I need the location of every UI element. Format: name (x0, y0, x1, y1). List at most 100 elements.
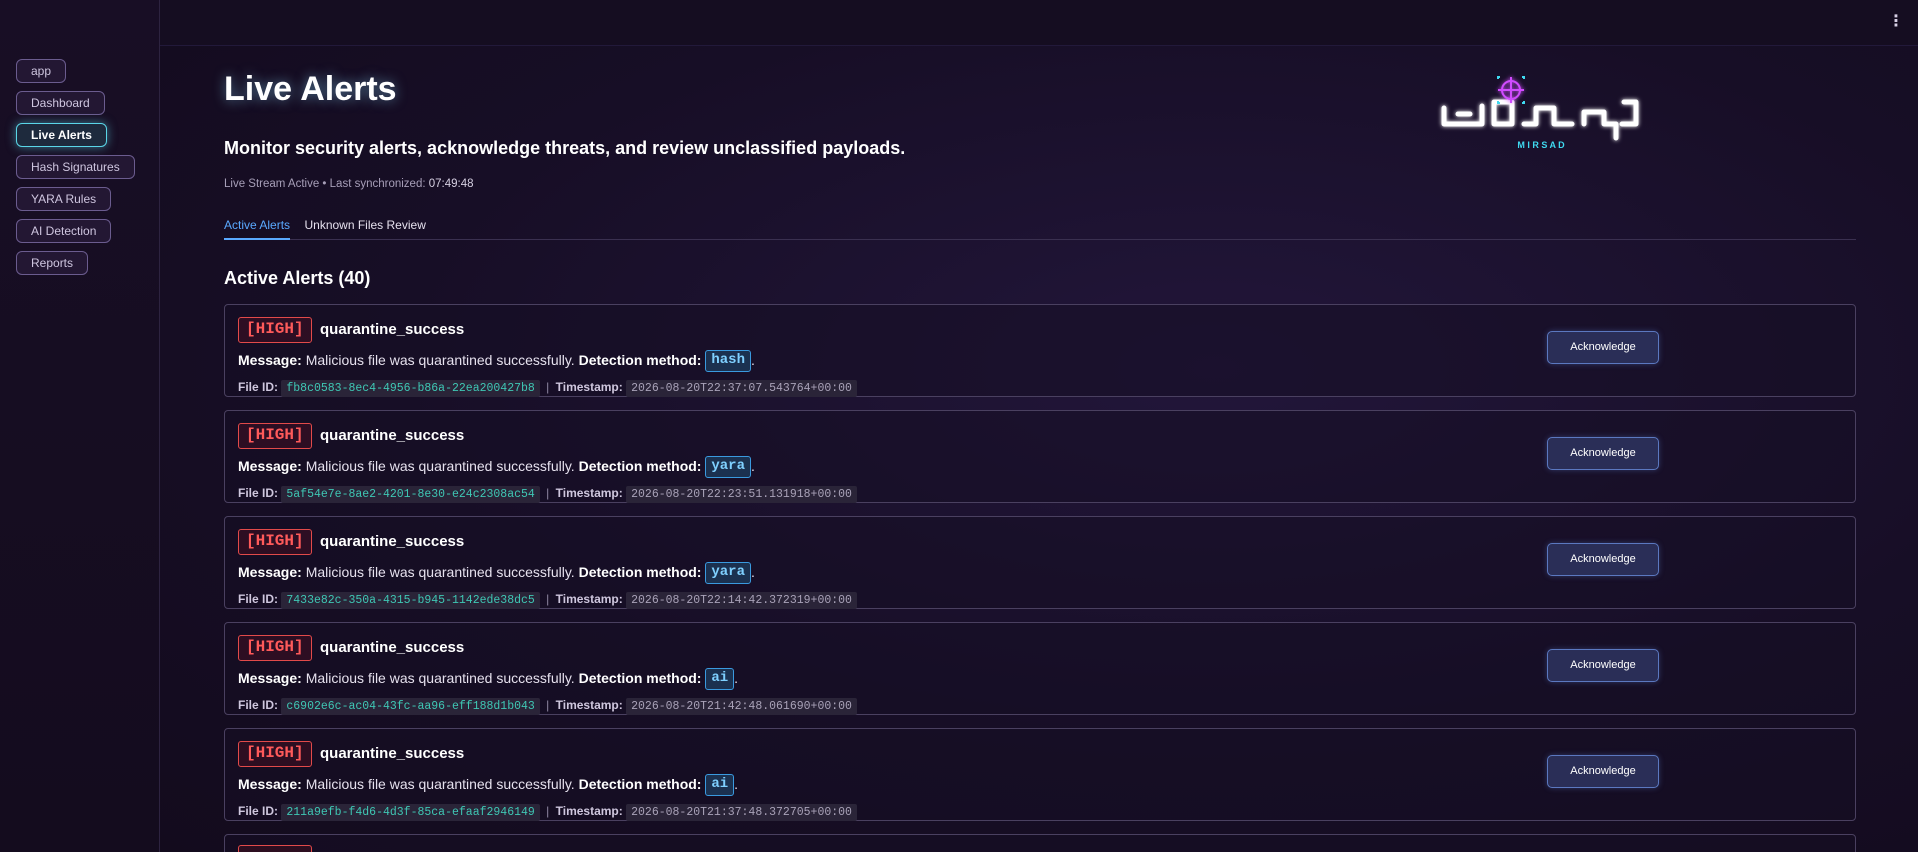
sidebar-nav: app Dashboard Live Alerts Hash Signature… (0, 0, 159, 283)
alert-message: Malicious file was quarantined successfu… (305, 564, 575, 580)
sidebar-item-ai-detection[interactable]: AI Detection (16, 219, 112, 243)
alert-message-line: Message: Malicious file was quarantined … (238, 455, 755, 479)
alert-card: [HIGH] quarantine_success Message: Malic… (224, 410, 1856, 503)
detection-method-badge: ai (705, 668, 735, 691)
detection-method-badge: yara (705, 562, 751, 585)
acknowledge-button[interactable]: Acknowledge (1547, 331, 1659, 364)
alert-message: Malicious file was quarantined successfu… (305, 352, 575, 368)
acknowledge-button[interactable]: Acknowledge (1547, 649, 1659, 682)
file-id-label: File ID: (238, 486, 279, 500)
sidebar-item-dashboard[interactable]: Dashboard (16, 91, 105, 115)
page-title: Live Alerts (224, 70, 397, 108)
timestamp-value: 2026-08-20T21:42:48.061690+00:00 (626, 698, 857, 715)
timestamp-label: Timestamp: (555, 698, 623, 712)
detection-method-label: Detection method: (578, 458, 702, 474)
sidebar: app Dashboard Live Alerts Hash Signature… (0, 0, 160, 852)
timestamp-value: 2026-08-20T21:37:48.372705+00:00 (626, 804, 857, 821)
alert-meta-line: File ID: fb8c0583-8ec4-4956-b86a-22ea200… (238, 378, 857, 397)
alert-card: [HIGH] quarantine_success Message: Malic… (224, 622, 1856, 715)
alert-card-partial (224, 834, 1856, 852)
alert-card: [HIGH] quarantine_success Message: Malic… (224, 516, 1856, 609)
sidebar-item-app[interactable]: app (16, 59, 67, 83)
logo-caption: M I R S A D (1517, 140, 1565, 150)
alert-event-type: quarantine_success (320, 639, 465, 656)
file-id-value: 5af54e7e-8ae2-4201-8e30-e24c2308ac54 (281, 486, 540, 503)
file-id-value: 7433e82c-350a-4315-b945-1142ede38dc5 (281, 592, 540, 609)
timestamp-label: Timestamp: (555, 592, 623, 606)
kebab-menu-icon[interactable]: ⋮ (1888, 12, 1904, 32)
file-id-label: File ID: (238, 804, 279, 818)
detection-method-label: Detection method: (578, 670, 702, 686)
file-id-value: c6902e6c-ac04-43fc-aa96-eff188d1b043 (281, 698, 540, 715)
detection-method-label: Detection method: (578, 564, 702, 580)
alert-meta-line: File ID: c6902e6c-ac04-43fc-aa96-eff188d… (238, 696, 857, 715)
acknowledge-button[interactable]: Acknowledge (1547, 755, 1659, 788)
timestamp-value: 2026-08-20T22:37:07.543764+00:00 (626, 380, 857, 397)
alert-message-line: Message: Malicious file was quarantined … (238, 667, 738, 691)
alert-message: Malicious file was quarantined successfu… (305, 458, 575, 474)
main-content: Live Alerts Monitor security alerts, ack… (160, 46, 1918, 852)
top-bar: ⋮ (160, 0, 1918, 46)
detection-method-badge: ai (705, 774, 735, 797)
sync-status-label: Live Stream Active • Last synchronized: (224, 178, 429, 190)
section-title: Active Alerts (40) (224, 268, 371, 288)
severity-badge: [HIGH] (238, 317, 312, 343)
sidebar-item-reports[interactable]: Reports (16, 251, 89, 275)
severity-badge: [HIGH] (238, 423, 312, 449)
severity-badge: [HIGH] (238, 529, 312, 555)
alert-event-type: quarantine_success (320, 745, 465, 762)
alert-message: Malicious file was quarantined successfu… (305, 670, 575, 686)
acknowledge-button[interactable]: Acknowledge (1547, 437, 1659, 470)
severity-badge: [HIGH] (238, 635, 312, 661)
message-label: Message: (238, 458, 302, 474)
tab-unknown-files-review[interactable]: Unknown Files Review (304, 214, 425, 240)
file-id-value: 211a9efb-f4d6-4d3f-85ca-efaaf2946149 (281, 804, 540, 821)
file-id-label: File ID: (238, 698, 279, 712)
alert-message-line: Message: Malicious file was quarantined … (238, 349, 755, 373)
sync-time: 07:49:48 (428, 178, 474, 190)
alert-event-type: quarantine_success (320, 427, 465, 444)
page-subtitle: Monitor security alerts, acknowledge thr… (224, 138, 906, 158)
alert-message-line: Message: Malicious file was quarantined … (238, 561, 755, 585)
alert-meta-line: File ID: 7433e82c-350a-4315-b945-1142ede… (238, 590, 857, 609)
alert-card: [HIGH] quarantine_success Message: Malic… (224, 304, 1856, 397)
timestamp-value: 2026-08-20T22:23:51.131918+00:00 (626, 486, 857, 503)
meta-separator: | (546, 804, 550, 818)
sidebar-item-live-alerts[interactable]: Live Alerts (16, 123, 107, 147)
detection-method-label: Detection method: (578, 776, 702, 792)
alert-event-type: quarantine_success (320, 321, 465, 338)
alert-list: [HIGH] quarantine_success Message: Malic… (224, 304, 1856, 852)
message-label: Message: (238, 776, 302, 792)
alert-message-line: Message: Malicious file was quarantined … (238, 773, 738, 797)
meta-separator: | (546, 486, 550, 500)
meta-separator: | (546, 592, 550, 606)
message-label: Message: (238, 564, 302, 580)
timestamp-label: Timestamp: (555, 804, 623, 818)
alert-message: Malicious file was quarantined successfu… (305, 776, 575, 792)
tab-bar: Active Alerts Unknown Files Review (224, 214, 1856, 240)
acknowledge-button[interactable]: Acknowledge (1547, 543, 1659, 576)
timestamp-label: Timestamp: (555, 486, 623, 500)
alert-meta-line: File ID: 5af54e7e-8ae2-4201-8e30-e24c230… (238, 484, 857, 503)
sidebar-item-hash-signatures[interactable]: Hash Signatures (16, 155, 135, 179)
sidebar-item-yara-rules[interactable]: YARA Rules (16, 187, 112, 211)
timestamp-label: Timestamp: (555, 380, 623, 394)
detection-method-label: Detection method: (578, 352, 702, 368)
detection-method-badge: yara (705, 456, 751, 479)
alert-card: [HIGH] quarantine_success Message: Malic… (224, 728, 1856, 821)
file-id-label: File ID: (238, 380, 279, 394)
alert-event-type: quarantine_success (320, 533, 465, 550)
detection-method-badge: hash (705, 350, 751, 373)
alert-meta-line: File ID: 211a9efb-f4d6-4d3f-85ca-efaaf29… (238, 802, 857, 821)
severity-badge (238, 845, 312, 852)
severity-badge: [HIGH] (238, 741, 312, 767)
message-label: Message: (238, 670, 302, 686)
file-id-value: fb8c0583-8ec4-4956-b86a-22ea200427b8 (281, 380, 540, 397)
sync-status: Live Stream Active • Last synchronized: … (224, 178, 474, 190)
timestamp-value: 2026-08-20T22:14:42.372319+00:00 (626, 592, 857, 609)
tab-active-alerts[interactable]: Active Alerts (224, 214, 291, 240)
meta-separator: | (546, 380, 550, 394)
mirsad-logo: M I R S A D (1441, 76, 1639, 150)
file-id-label: File ID: (238, 592, 279, 606)
meta-separator: | (546, 698, 550, 712)
